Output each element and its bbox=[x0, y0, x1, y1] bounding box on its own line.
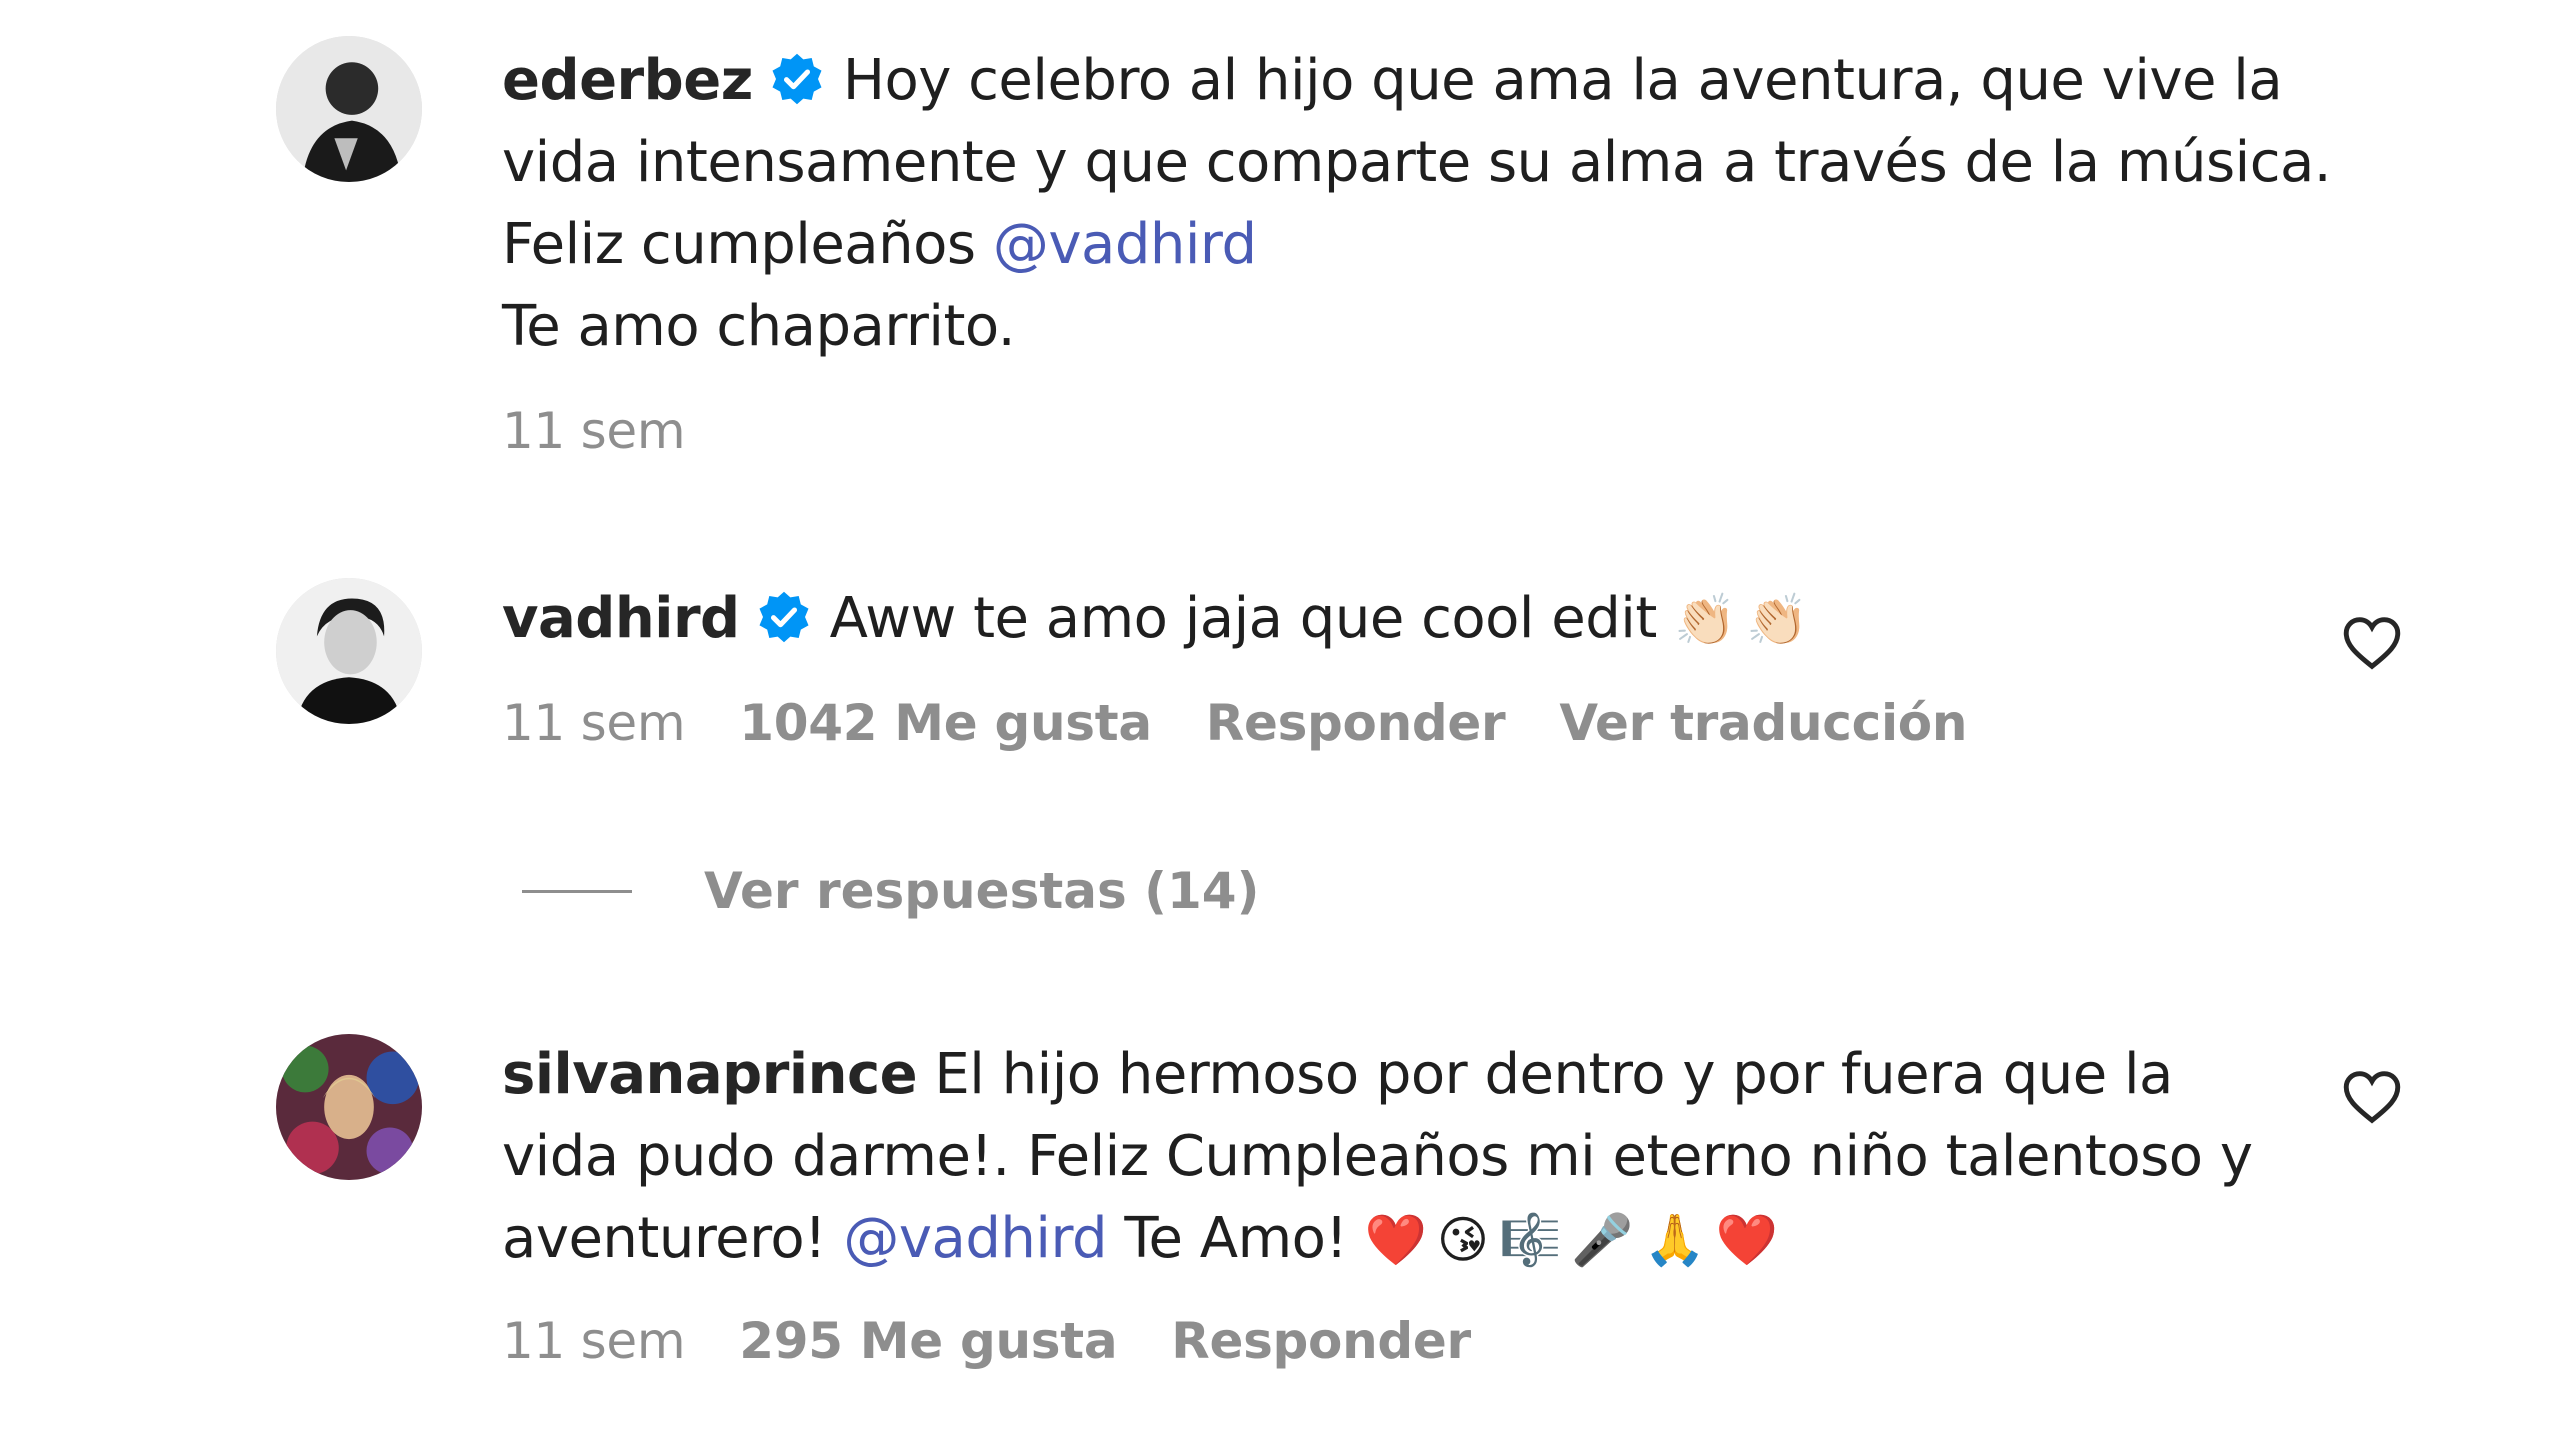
comment-line: aventurero! bbox=[502, 1206, 844, 1271]
comment-meta: 11 sem 295 Me gusta Responder bbox=[502, 1312, 1525, 1370]
comment-line: vida pudo darme!. Feliz Cumpleaños mi et… bbox=[502, 1124, 2253, 1189]
clapping-hands-emoji: 👏🏻👏🏻 bbox=[1674, 591, 1819, 649]
verified-badge-icon bbox=[769, 51, 825, 107]
avatar-ederbez[interactable] bbox=[276, 36, 422, 182]
replies-divider bbox=[522, 889, 632, 893]
comment-text-ederbez: ederbez Hoy celebro al hijo que ama la av… bbox=[502, 40, 2362, 368]
comment-line: vida intensamente y que comparte su alma… bbox=[502, 130, 2332, 195]
comment-text-vadhird: vadhird Aww te amo jaja que cool edit 👏🏻👏… bbox=[502, 578, 2362, 661]
comment-line: Hoy celebro al hijo que ama la aventura,… bbox=[842, 48, 2283, 113]
comment-line: Te Amo! bbox=[1107, 1206, 1365, 1271]
avatar-silvanaprince[interactable] bbox=[276, 1034, 422, 1180]
comment-line: Te amo chaparrito. bbox=[502, 294, 1016, 359]
comment-line: Aww te amo jaja que cool edit bbox=[829, 586, 1658, 651]
timestamp[interactable]: 11 sem bbox=[502, 402, 686, 460]
likes-count[interactable]: 1042 Me gusta bbox=[739, 694, 1152, 752]
comment-meta: 11 sem bbox=[502, 402, 739, 460]
reply-button[interactable]: Responder bbox=[1206, 694, 1506, 752]
timestamp[interactable]: 11 sem bbox=[502, 694, 686, 752]
timestamp[interactable]: 11 sem bbox=[502, 1312, 686, 1370]
verified-badge-icon bbox=[756, 589, 812, 645]
username-silvanaprince[interactable]: silvanaprince bbox=[502, 1042, 918, 1107]
likes-count[interactable]: 295 Me gusta bbox=[739, 1312, 1117, 1370]
username-vadhird[interactable]: vadhird bbox=[502, 586, 740, 651]
username-ederbez[interactable]: ederbez bbox=[502, 48, 753, 113]
comment-meta: 11 sem 1042 Me gusta Responder Ver traducci… bbox=[502, 694, 2021, 752]
translate-button[interactable]: Ver traducción bbox=[1559, 694, 1967, 752]
heart-outline-icon[interactable] bbox=[2342, 1070, 2402, 1124]
comment-text-silvanaprince: silvanaprince El hijo hermoso por dentro… bbox=[502, 1034, 2362, 1281]
avatar-vadhird[interactable] bbox=[276, 578, 422, 724]
emoji-sequence: ❤️😘🎼🎤🙏❤️ bbox=[1364, 1211, 1789, 1269]
view-replies-label: Ver respuestas (14) bbox=[704, 862, 1260, 920]
mention-link[interactable]: @vadhird bbox=[993, 212, 1257, 277]
reply-button[interactable]: Responder bbox=[1171, 1312, 1471, 1370]
heart-outline-icon[interactable] bbox=[2342, 616, 2402, 670]
comment-line: Feliz cumpleaños bbox=[502, 212, 993, 277]
mention-link[interactable]: @vadhird bbox=[843, 1206, 1107, 1271]
comment-line: El hijo hermoso por dentro y por fuera q… bbox=[917, 1042, 2173, 1107]
view-replies-button[interactable]: Ver respuestas (14) bbox=[522, 856, 1259, 926]
